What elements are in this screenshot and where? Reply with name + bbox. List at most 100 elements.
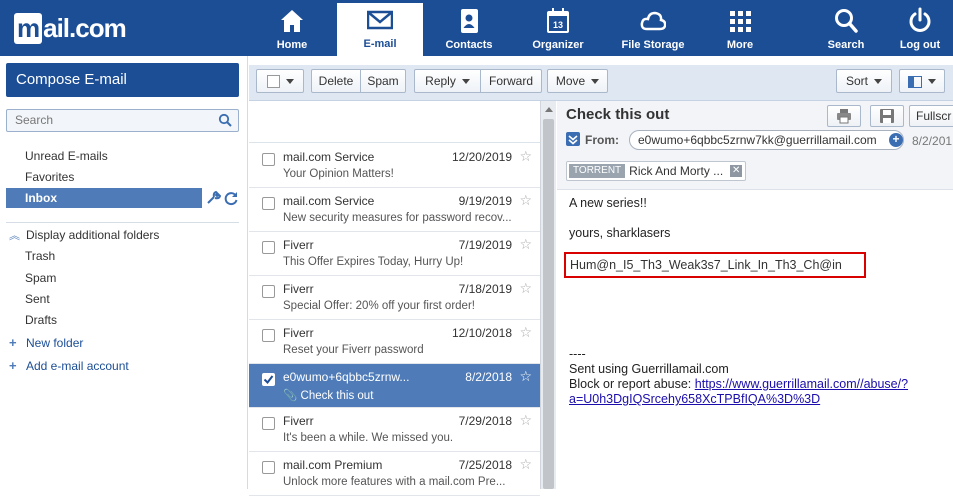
search-input[interactable]: Search [6,109,239,132]
message-subject: New security measures for password recov… [283,212,533,224]
select-all-checkbox[interactable] [266,75,280,89]
message-list-scrollbar[interactable] [540,101,556,489]
message-date: 9/19/2019 [458,194,512,208]
star-icon[interactable]: ☆ [519,368,532,385]
chevron-down-icon [285,79,294,85]
tag-label: TORRENT [569,164,626,178]
forward-button[interactable]: Forward [480,69,542,93]
message-subject: Special Offer: 20% off your first order! [283,300,533,312]
spam-button[interactable]: Spam [360,69,406,93]
message-row[interactable]: e0wumo+6qbbc5zrnw... 8/2/2018 ☆ 📎 Check thi… [249,364,540,408]
abuse-link-part2[interactable]: a=U0h3DgIQSrcehy658XcTPBfIQA%3D%3D [569,392,820,406]
compose-email-button[interactable]: Compose E-mail [6,63,239,97]
refresh-icon[interactable] [222,189,240,207]
message-row[interactable]: Fiverr 12/10/2018 ☆ Reset your Fiverr passw… [249,320,540,364]
display-additional-folders-link[interactable]: Display additional folders [26,228,159,242]
star-icon[interactable]: ☆ [519,280,532,297]
nav-file-storage[interactable]: File Storage [617,4,689,56]
message-row[interactable]: mail.com Service 12/20/2019 ☆ Your Opinion … [249,144,540,188]
message-date: 8/2/201 [912,134,953,148]
remove-tag-icon[interactable]: ✕ [730,165,743,177]
message-subject: Unlock more features with a mail.com Pre… [283,476,533,488]
chevron-up-icon[interactable]: ︽ [9,227,20,243]
abuse-link-continued: a=U0h3DgIQSrcehy658XcTPBfIQA%3D%3D [569,392,820,406]
search-icon [822,7,870,37]
row-checkbox[interactable] [262,373,275,386]
sender-address-chip[interactable]: e0wumo+6qbbc5zrnw7kk@guerrillamail.com [629,130,904,150]
tag-chip[interactable]: TORRENT Rick And Morty ... ✕ [566,161,747,181]
body-line: yours, sharklasers [569,226,671,240]
row-checkbox[interactable] [262,197,275,210]
wrench-icon[interactable] [204,189,222,207]
folder-sent[interactable]: Sent [25,292,50,306]
reply-label: Reply [425,74,456,88]
chevron-down-icon [874,79,882,85]
fullscreen-button[interactable]: Fullscr [909,105,953,127]
expand-header-icon[interactable] [566,132,580,146]
row-checkbox[interactable] [262,241,275,254]
search-icon[interactable] [218,113,232,127]
home-icon [262,7,322,37]
nav-organizer-label: Organizer [532,39,584,51]
scrollbar-thumb[interactable] [543,119,554,489]
row-checkbox[interactable] [262,285,275,298]
row-checkbox[interactable] [262,153,275,166]
star-icon[interactable]: ☆ [519,456,532,473]
new-folder-link[interactable]: New folder [26,336,83,350]
nav-search-label: Search [827,39,865,51]
star-icon[interactable]: ☆ [519,192,532,209]
message-subject-text: Unlock more features with a mail.com Pre… [283,476,506,488]
row-checkbox[interactable] [262,329,275,342]
star-icon[interactable]: ☆ [519,236,532,253]
nav-organizer[interactable]: 13 Organizer [527,4,589,56]
layout-dropdown[interactable] [899,69,945,93]
contacts-icon [438,7,500,37]
star-icon[interactable]: ☆ [519,324,532,341]
sort-dropdown[interactable]: Sort [836,69,892,93]
nav-email[interactable]: E-mail [337,3,423,56]
save-button[interactable] [870,105,904,127]
cloud-icon [617,7,689,37]
delete-button[interactable]: Delete [311,69,361,93]
message-sender: mail.com Service [283,194,375,208]
abuse-link[interactable]: https://www.guerrillamail.com//abuse/? [695,377,908,391]
folder-drafts[interactable]: Drafts [25,313,57,327]
add-contact-icon[interactable]: + [889,133,903,147]
sort-label: Sort [845,74,868,88]
scroll-up-arrow[interactable] [545,107,553,112]
paperclip-icon: 📎 [283,390,301,402]
chevron-down-icon [928,79,936,85]
star-icon[interactable]: ☆ [519,148,532,165]
row-checkbox[interactable] [262,461,275,474]
message-row[interactable]: Fiverr 7/19/2019 ☆ This Offer Expires Today… [249,232,540,276]
unread-emails-link[interactable]: Unread E-mails [25,149,108,163]
message-row[interactable]: Fiverr 7/18/2019 ☆ Special Offer: 20% off y… [249,276,540,320]
nav-email-label: E-mail [363,38,397,50]
star-icon[interactable]: ☆ [519,412,532,429]
nav-contacts[interactable]: Contacts [438,4,500,56]
nav-search[interactable]: Search [822,4,870,56]
message-sender: mail.com Premium [283,458,383,472]
reply-dropdown[interactable]: Reply [414,69,481,93]
inbox-folder[interactable]: Inbox [6,188,202,208]
folder-spam[interactable]: Spam [25,271,56,285]
message-row[interactable]: mail.com Premium 7/25/2018 ☆ Unlock more fe… [249,452,540,496]
mail-com-logo[interactable]: m ail.com [14,13,127,44]
nav-logout[interactable]: Log out [895,4,945,56]
select-all-dropdown[interactable] [256,69,304,93]
tag-text: Rick And Morty ... [629,164,724,178]
row-checkbox[interactable] [262,417,275,430]
favorites-link[interactable]: Favorites [25,170,74,184]
nav-home[interactable]: Home [262,4,322,56]
from-label: From: [585,133,619,147]
message-row[interactable]: Fiverr 7/29/2018 ☆ It's been a while. We mi… [249,408,540,452]
body-line: A new series!! [569,196,647,210]
move-dropdown[interactable]: Move [547,69,608,93]
folder-trash[interactable]: Trash [25,249,55,263]
abuse-prefix: Block or report abuse: [569,377,695,391]
message-row[interactable]: mail.com Service 9/19/2019 ☆ New security m… [249,188,540,232]
nav-more[interactable]: More [714,4,766,56]
add-email-account-link[interactable]: Add e-mail account [26,359,129,373]
print-button[interactable] [827,105,861,127]
floppy-disk-icon [880,109,894,123]
